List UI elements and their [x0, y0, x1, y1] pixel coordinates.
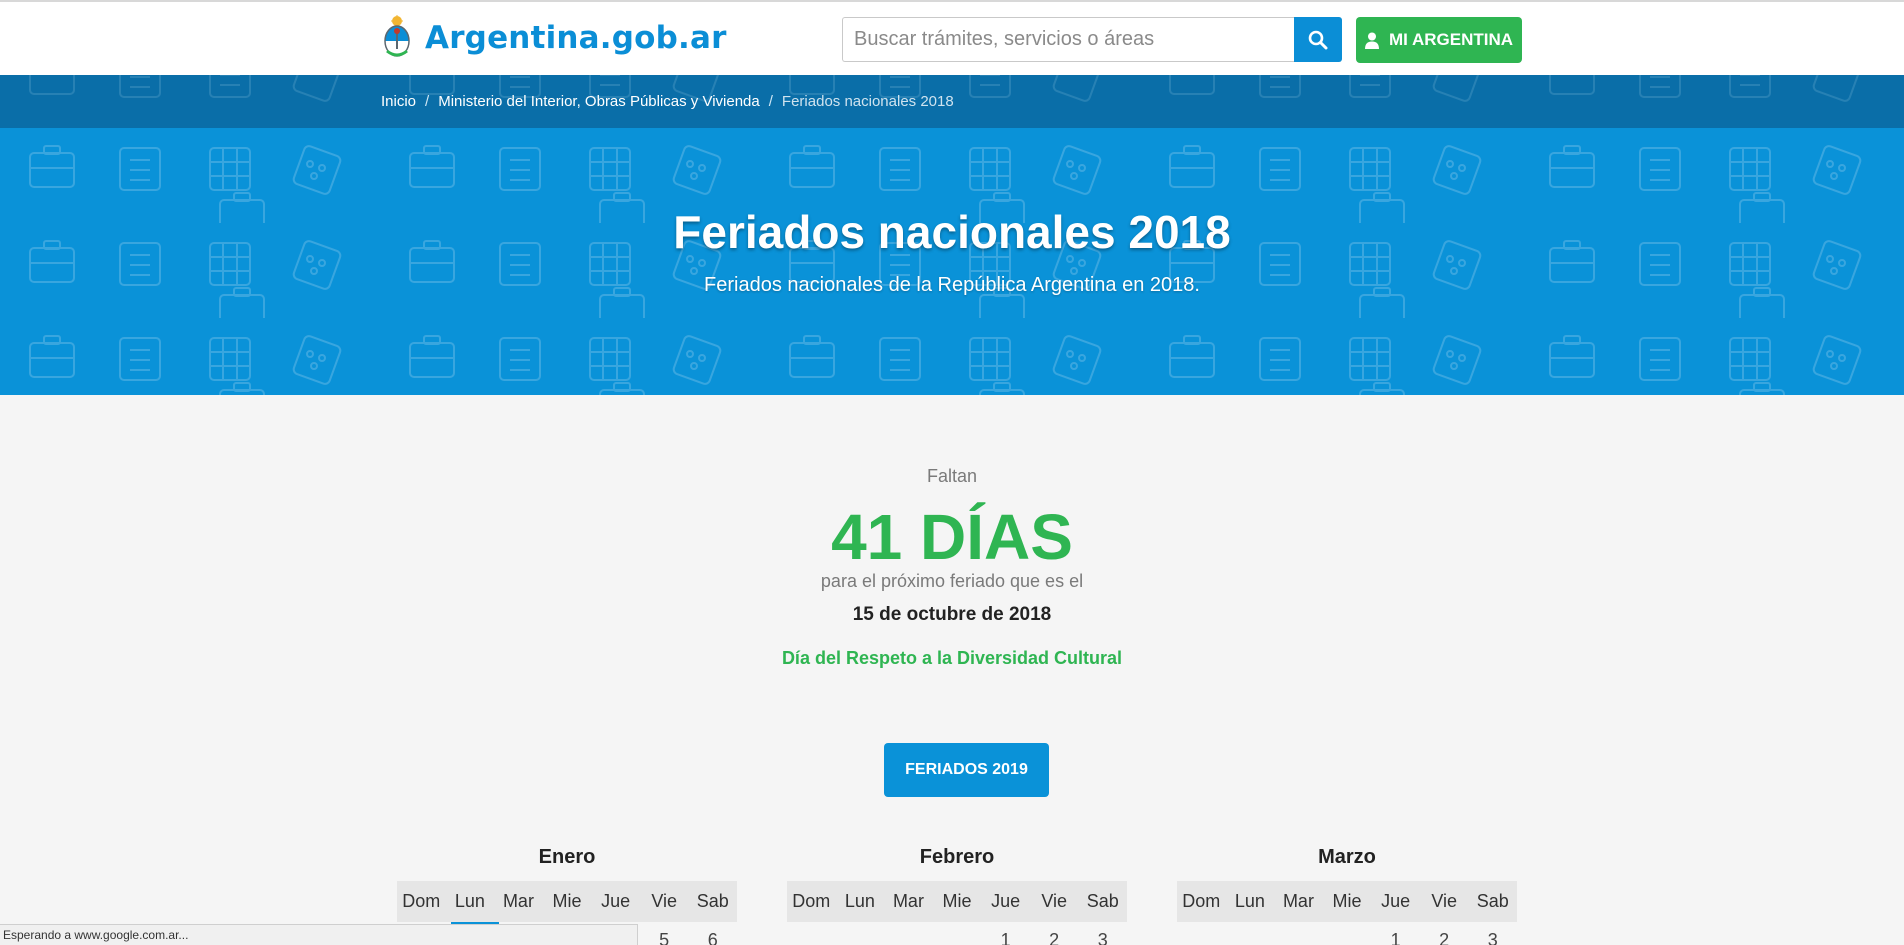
- browser-status-bar: Esperando a www.google.com.ar...: [0, 924, 638, 945]
- mi-argentina-button[interactable]: MI ARGENTINA: [1356, 17, 1522, 63]
- calendar-day: [836, 922, 885, 945]
- weekday-label: Jue: [991, 891, 1021, 911]
- search-input[interactable]: [842, 17, 1294, 62]
- page-title: Feriados nacionales 2018: [673, 206, 1231, 258]
- weekday-label: Mar: [1282, 891, 1314, 911]
- weekday-label: Lun: [1234, 891, 1265, 911]
- search-button[interactable]: [1294, 17, 1342, 62]
- feriados-2019-button[interactable]: FERIADOS 2019: [884, 743, 1049, 797]
- weekday-label: Vie: [1041, 891, 1068, 911]
- calendar-day: [787, 922, 836, 945]
- calendar-day: 2: [1049, 930, 1060, 945]
- weekday-header: Dom Lun Mar Mie Jue Vie Sab: [787, 881, 1127, 922]
- weekday-label: Dom: [792, 891, 831, 911]
- mi-argentina-label: MI ARGENTINA: [1388, 30, 1514, 49]
- top-header: Argentina.gob.ar MI ARGENTINA: [0, 0, 1904, 75]
- site-logo[interactable]: Argentina.gob.ar: [381, 15, 727, 61]
- calendar-day: [884, 922, 933, 945]
- calendar-day: 5: [659, 930, 670, 945]
- background-pattern: [0, 128, 1904, 395]
- calendar-day: [1177, 922, 1226, 945]
- weekday-label: Vie: [651, 891, 678, 911]
- next-holiday-name: Día del Respeto a la Diversidad Cultural: [781, 648, 1123, 668]
- weekday-label: Mie: [1332, 891, 1362, 911]
- calendar-day: [1226, 922, 1275, 945]
- brand-name[interactable]: Argentina.gob.ar: [425, 20, 727, 56]
- month-name: Febrero: [919, 846, 995, 868]
- search-icon: [1308, 30, 1328, 49]
- breadcrumb-separator: /: [768, 93, 773, 110]
- breadcrumb-item-ministerio[interactable]: Ministerio del Interior, Obras Públicas …: [438, 93, 760, 110]
- calendar-day: [1274, 922, 1323, 945]
- calendar-day: 2: [1439, 930, 1450, 945]
- weekday-header: Dom Lun Mar Mie Jue Vie Sab: [1177, 881, 1517, 922]
- calendar-day: 1: [1390, 930, 1401, 945]
- weekday-label: Lun: [454, 891, 485, 911]
- month-name: Marzo: [1318, 846, 1376, 868]
- breadcrumb-item-inicio[interactable]: Inicio: [381, 93, 416, 110]
- calendar-day: [933, 922, 982, 945]
- calendar-day: 3: [1487, 930, 1498, 945]
- weekday-label: Sab: [1086, 891, 1119, 911]
- calendar-day: 6: [707, 930, 718, 945]
- weekday-label: Sab: [1476, 891, 1509, 911]
- hero-banner: Feriados nacionales 2018 Feriados nacion…: [0, 128, 1904, 395]
- weekday-label: Dom: [402, 891, 441, 911]
- weekday-label: Dom: [1182, 891, 1221, 911]
- next-holiday-date: 15 de octubre de 2018: [852, 604, 1052, 625]
- breadcrumb-item-current: Feriados nacionales 2018: [781, 93, 954, 110]
- calendar-day: [1323, 922, 1372, 945]
- calendar-day: 1: [1000, 930, 1011, 945]
- month-name: Enero: [538, 846, 596, 868]
- month-calendar-febrero: Febrero Dom Lun Mar Mie Jue Vie Sab 1 2 …: [787, 840, 1127, 945]
- countdown-days: 41 DÍAS: [831, 501, 1073, 573]
- weekday-label: Sab: [696, 891, 729, 911]
- weekday-label: Jue: [601, 891, 631, 911]
- weekday-label: Mar: [892, 891, 924, 911]
- calendar-week-row: 1 2 3: [787, 922, 1127, 945]
- weekday-label: Mie: [942, 891, 972, 911]
- weekday-label: Mar: [502, 891, 534, 911]
- calendar-day: 3: [1097, 930, 1108, 945]
- page-subtitle: Feriados nacionales de la República Arge…: [704, 274, 1200, 296]
- breadcrumb-band: Inicio / Ministerio del Interior, Obras …: [0, 75, 1904, 128]
- coat-of-arms-icon: [384, 15, 410, 57]
- breadcrumb: Inicio / Ministerio del Interior, Obras …: [381, 75, 954, 128]
- month-calendar-marzo: Marzo Dom Lun Mar Mie Jue Vie Sab 1 2 3: [1177, 840, 1517, 945]
- weekday-label: Lun: [844, 891, 875, 911]
- weekday-label: Mie: [552, 891, 582, 911]
- weekday-header: Dom Lun Mar Mie Jue Vie Sab: [397, 881, 737, 922]
- weekday-label: Jue: [1381, 891, 1411, 911]
- weekday-label: Vie: [1431, 891, 1458, 911]
- user-icon: [1364, 32, 1379, 49]
- countdown-prefix: Faltan: [926, 466, 978, 486]
- calendar-week-row: 1 2 3: [1177, 922, 1517, 945]
- breadcrumb-separator: /: [425, 93, 430, 110]
- search-bar: [842, 17, 1342, 62]
- countdown-middle-text: para el próximo feriado que es el: [820, 571, 1084, 591]
